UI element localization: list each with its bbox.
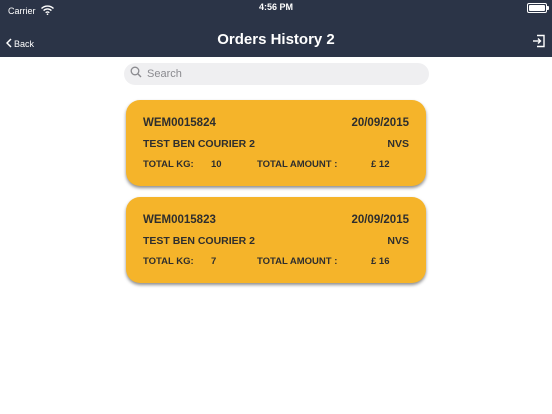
courier-code: NVS bbox=[387, 235, 409, 247]
total-kg-label: TOTAL KG: bbox=[143, 159, 194, 170]
logout-icon bbox=[532, 34, 546, 52]
navigation-bar: Carrier 4:56 PM Back Orders History 2 bbox=[0, 0, 552, 57]
order-date: 20/09/2015 bbox=[351, 117, 409, 129]
total-amount-label: TOTAL AMOUNT : bbox=[257, 159, 338, 170]
search-bar[interactable] bbox=[124, 63, 429, 85]
total-amount-value: £ 12 bbox=[371, 159, 390, 170]
order-date: 20/09/2015 bbox=[351, 214, 409, 226]
order-card[interactable]: WEM0015824 20/09/2015 TEST BEN COURIER 2… bbox=[126, 100, 426, 186]
battery-icon bbox=[527, 3, 549, 13]
order-id: WEM0015824 bbox=[143, 117, 216, 129]
status-bar: Carrier 4:56 PM bbox=[0, 0, 552, 18]
courier-name: TEST BEN COURIER 2 bbox=[143, 235, 256, 247]
logout-button[interactable] bbox=[532, 34, 546, 53]
total-amount-label: TOTAL AMOUNT : bbox=[257, 256, 338, 267]
search-input[interactable] bbox=[147, 68, 407, 80]
search-icon bbox=[124, 65, 142, 83]
clock: 4:56 PM bbox=[258, 2, 293, 12]
total-amount-value: £ 16 bbox=[371, 256, 390, 267]
total-kg-label: TOTAL KG: bbox=[143, 256, 194, 267]
page-title: Orders History 2 bbox=[217, 31, 335, 48]
order-card[interactable]: WEM0015823 20/09/2015 TEST BEN COURIER 2… bbox=[126, 197, 426, 283]
courier-code: NVS bbox=[387, 138, 409, 150]
total-kg-value: 7 bbox=[211, 256, 217, 267]
total-kg-value: 10 bbox=[211, 159, 222, 170]
order-id: WEM0015823 bbox=[143, 214, 216, 226]
courier-name: TEST BEN COURIER 2 bbox=[143, 138, 256, 150]
